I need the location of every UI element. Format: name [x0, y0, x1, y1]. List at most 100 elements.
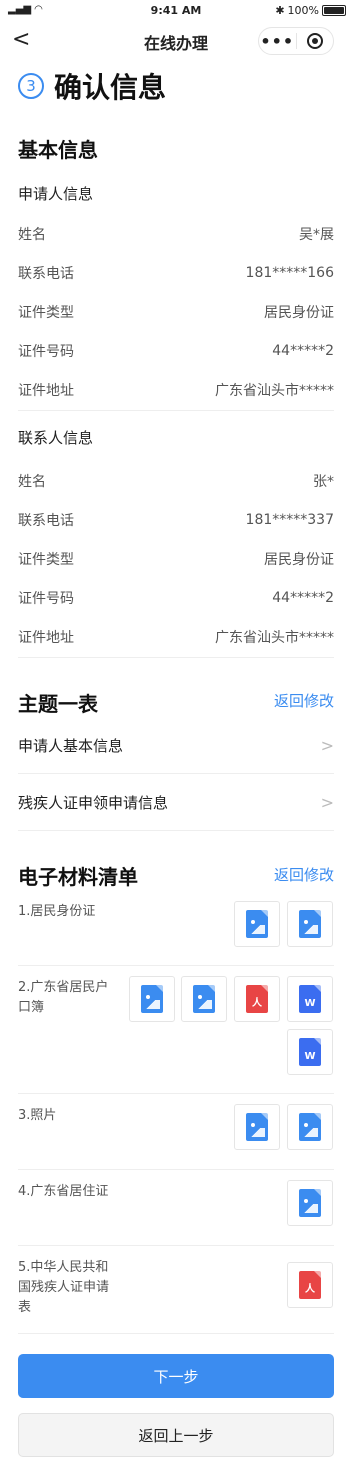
file-thumbnail[interactable]	[287, 1180, 333, 1226]
row-value: 居民身份证	[264, 305, 334, 321]
image-mountain	[144, 1000, 160, 1009]
material-label: 2.广东省居民户口簿	[18, 980, 109, 1015]
contact-row: 证件号码 44*****2	[18, 586, 334, 610]
image-sun	[251, 1123, 255, 1127]
row-key: 姓名	[18, 474, 46, 490]
file-thumbnail[interactable]	[234, 901, 280, 947]
applicant-title: 申请人信息	[18, 185, 94, 203]
image-mountain	[302, 925, 318, 934]
image-sun	[251, 920, 255, 924]
divider	[18, 1169, 334, 1170]
image-file-icon	[246, 910, 268, 938]
row-key: 姓名	[18, 227, 46, 243]
more-button[interactable]: •••	[259, 32, 296, 51]
row-key: 证件地址	[18, 383, 74, 399]
row-key: 证件类型	[18, 552, 74, 568]
file-thumbnail[interactable]: W	[287, 976, 333, 1022]
row-key: 联系电话	[18, 513, 74, 529]
section-materials-title: 电子材料清单	[18, 865, 138, 889]
row-key: 证件地址	[18, 630, 74, 646]
divider	[18, 1245, 334, 1246]
step-header: 3 确认信息	[18, 66, 166, 106]
close-ring-icon	[306, 33, 323, 49]
contact-row: 联系电话 181*****337	[18, 508, 334, 532]
row-value: 181*****166	[245, 265, 334, 281]
image-file-icon	[193, 985, 215, 1013]
step-number: 3	[18, 73, 44, 99]
image-mountain	[249, 925, 265, 934]
pdf-file-icon: 人	[299, 1271, 321, 1299]
image-file-icon	[299, 1113, 321, 1141]
file-thumbnail[interactable]	[234, 1104, 280, 1150]
divider	[18, 965, 334, 966]
row-key: 证件类型	[18, 305, 74, 321]
row-value: 居民身份证	[264, 552, 334, 568]
row-value: 吴*展	[299, 227, 334, 243]
file-thumbnail[interactable]	[129, 976, 175, 1022]
row-value: 44*****2	[272, 343, 334, 359]
status-right: ✱ 100%	[275, 4, 346, 17]
pdf-glyph: 人	[252, 998, 262, 1009]
row-value: 广东省汕头市*****	[215, 630, 334, 646]
file-thumbnail[interactable]: W	[287, 1029, 333, 1075]
chevron-right-icon: >	[320, 793, 334, 812]
theme-item-label: 申请人基本信息	[18, 737, 124, 755]
section-theme-title: 主题一表	[18, 692, 98, 716]
row-key: 证件号码	[18, 344, 74, 360]
image-sun	[304, 920, 308, 924]
file-thumbnail[interactable]	[181, 976, 227, 1022]
contact-title: 联系人信息	[18, 429, 94, 447]
applicant-row: 姓名 吴*展	[18, 222, 334, 246]
image-file-icon	[141, 985, 163, 1013]
image-file-icon	[299, 1189, 321, 1217]
battery-percent: 100%	[287, 4, 319, 17]
nav-bar: < 在线办理 •••	[0, 22, 352, 60]
row-value: 181*****337	[245, 512, 334, 528]
file-thumbnail[interactable]: 人	[234, 976, 280, 1022]
divider	[18, 1093, 334, 1094]
image-mountain	[302, 1204, 318, 1213]
divider	[18, 410, 334, 411]
image-sun	[304, 1199, 308, 1203]
image-mountain	[249, 1128, 265, 1137]
file-thumbnail[interactable]	[287, 901, 333, 947]
contact-row: 姓名 张*	[18, 469, 334, 493]
contact-row: 证件类型 居民身份证	[18, 547, 334, 571]
file-thumbnail[interactable]	[287, 1104, 333, 1150]
material-label: 3.照片	[18, 1108, 57, 1123]
file-thumbnail[interactable]: 人	[287, 1262, 333, 1308]
word-file-icon: W	[299, 1038, 321, 1066]
materials-edit-link[interactable]: 返回修改	[274, 864, 334, 885]
row-value: 张*	[313, 474, 334, 490]
image-file-icon	[246, 1113, 268, 1141]
word-glyph: W	[304, 998, 316, 1009]
applicant-row: 证件类型 居民身份证	[18, 300, 334, 324]
word-file-icon: W	[299, 985, 321, 1013]
row-key: 联系电话	[18, 266, 74, 282]
image-mountain	[196, 1000, 212, 1009]
previous-step-button[interactable]: 返回上一步	[18, 1413, 334, 1457]
divider	[18, 1333, 334, 1334]
material-label: 5.中华人民共和国残疾人证申请表	[18, 1260, 110, 1315]
pdf-glyph: 人	[305, 1284, 315, 1295]
word-glyph: W	[304, 1051, 316, 1062]
applicant-row: 联系电话 181*****166	[18, 261, 334, 285]
contact-row: 证件地址 广东省汕头市*****	[18, 625, 334, 649]
image-sun	[198, 995, 202, 999]
status-bar: ▂▄▆ ◠ 9:41 AM ✱ 100%	[0, 0, 352, 22]
bluetooth-icon: ✱	[275, 4, 285, 17]
image-sun	[304, 1123, 308, 1127]
mini-program-capsule: •••	[258, 27, 334, 55]
theme-item-applicant[interactable]: 申请人基本信息 >	[18, 718, 334, 774]
applicant-row: 证件号码 44*****2	[18, 339, 334, 363]
image-mountain	[302, 1128, 318, 1137]
theme-item-label: 残疾人证申领申请信息	[18, 794, 169, 812]
step-title: 确认信息	[54, 71, 167, 104]
pdf-file-icon: 人	[246, 985, 268, 1013]
next-step-button[interactable]: 下一步	[18, 1354, 334, 1398]
image-file-icon	[299, 910, 321, 938]
applicant-row: 证件地址 广东省汕头市*****	[18, 378, 334, 402]
theme-edit-link[interactable]: 返回修改	[274, 690, 334, 711]
close-button[interactable]	[297, 33, 334, 49]
theme-item-disability[interactable]: 残疾人证申领申请信息 >	[18, 775, 334, 831]
